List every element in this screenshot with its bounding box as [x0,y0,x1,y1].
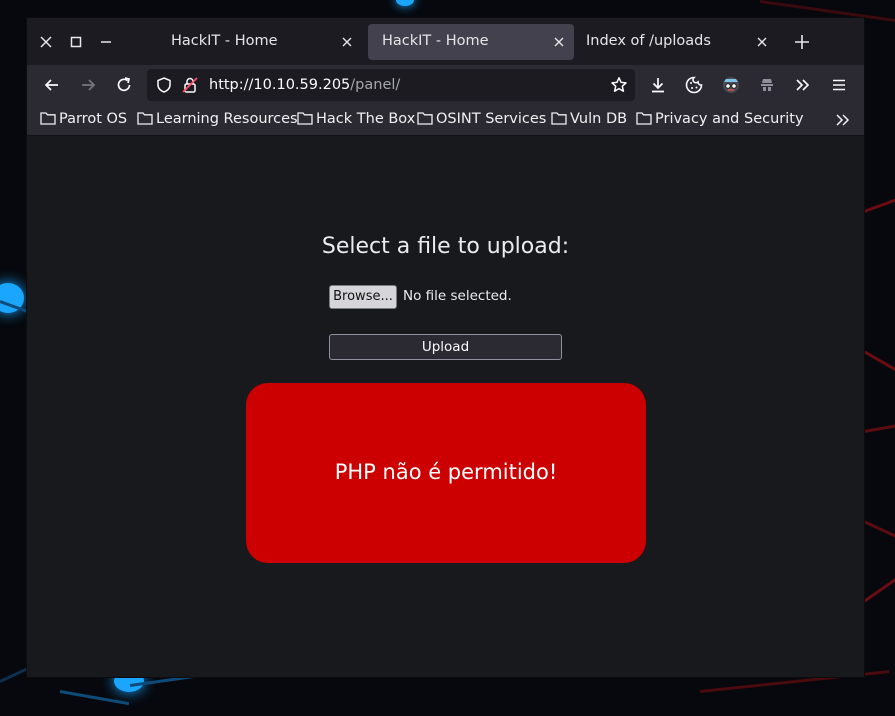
navigation-bar: http://10.10.59.205/panel/ [27,65,864,105]
bookmark-label: Vuln DB [570,111,628,127]
address-bar[interactable]: http://10.10.59.205/panel/ [147,69,635,101]
new-tab-icon[interactable] [793,33,811,51]
tab-hackit-home-1[interactable]: HackIT - Home [157,24,362,60]
bookmark-label: Learning Resources [156,111,298,127]
cookie-icon[interactable] [684,75,704,95]
page-content: Select a file to upload: Browse... No fi… [27,136,864,677]
url-host: http://10.10.59.205 [209,77,351,93]
bookmark-label: Privacy and Security [655,111,804,127]
shield-icon[interactable] [155,76,173,94]
close-tab-icon[interactable] [755,35,769,49]
tab-bar: HackIT - Home HackIT - Home Index of /up… [27,18,864,65]
bookmarks-toolbar: Parrot OS Learning Resources Hack The Bo… [27,105,864,136]
hamburger-menu-icon[interactable] [829,75,849,95]
tab-title: HackIT - Home [382,33,489,49]
bookmark-label: Hack The Box [316,111,416,127]
close-tab-icon[interactable] [340,35,354,49]
tab-index-of-uploads[interactable]: Index of /uploads [572,24,777,60]
bookmark-hack-the-box[interactable]: Hack The Box [297,111,415,129]
tab-title: Index of /uploads [586,33,711,49]
error-message-box: PHP não é permitido! [246,383,646,563]
download-icon[interactable] [648,75,668,95]
folder-icon [137,112,153,125]
folder-icon [297,112,313,125]
bookmark-vuln-db[interactable]: Vuln DB [551,111,627,129]
insecure-lock-icon[interactable] [181,76,199,94]
maximize-window-icon[interactable] [68,34,84,50]
folder-icon [551,112,567,125]
extension-icon[interactable] [757,75,777,95]
tab-hackit-home-2[interactable]: HackIT - Home [368,24,574,60]
overflow-menu-icon[interactable] [793,75,813,95]
url-path: /panel/ [350,77,401,93]
folder-icon [417,112,433,125]
bookmark-label: Parrot OS [59,111,128,127]
bookmark-osint-services[interactable]: OSINT Services [417,111,546,129]
file-status-text: No file selected. [403,288,512,304]
close-tab-icon[interactable] [552,35,566,49]
bookmarks-overflow-icon[interactable] [834,111,852,129]
url-text[interactable]: http://10.10.59.205/panel/ [209,77,400,93]
folder-icon [636,112,652,125]
bookmark-star-icon[interactable] [610,76,628,94]
spy-extension-icon[interactable] [721,75,741,95]
reload-icon[interactable] [114,75,134,95]
upload-button[interactable]: Upload [329,334,562,360]
tab-title: HackIT - Home [171,33,278,49]
close-window-icon[interactable] [38,34,54,50]
forward-icon[interactable] [78,75,98,95]
browse-button[interactable]: Browse... [329,285,397,309]
minimize-window-icon[interactable] [98,34,114,50]
error-message: PHP não é permitido! [334,460,558,484]
bookmark-label: OSINT Services [436,111,547,127]
bookmark-learning-resources[interactable]: Learning Resources [137,111,298,129]
upload-heading: Select a file to upload: [321,234,570,259]
bookmark-privacy-and-security[interactable]: Privacy and Security [636,111,804,129]
folder-icon [40,112,56,125]
back-icon[interactable] [42,75,62,95]
browser-window: HackIT - Home HackIT - Home Index of /up… [27,18,864,677]
bookmark-parrot-os[interactable]: Parrot OS [40,111,127,129]
